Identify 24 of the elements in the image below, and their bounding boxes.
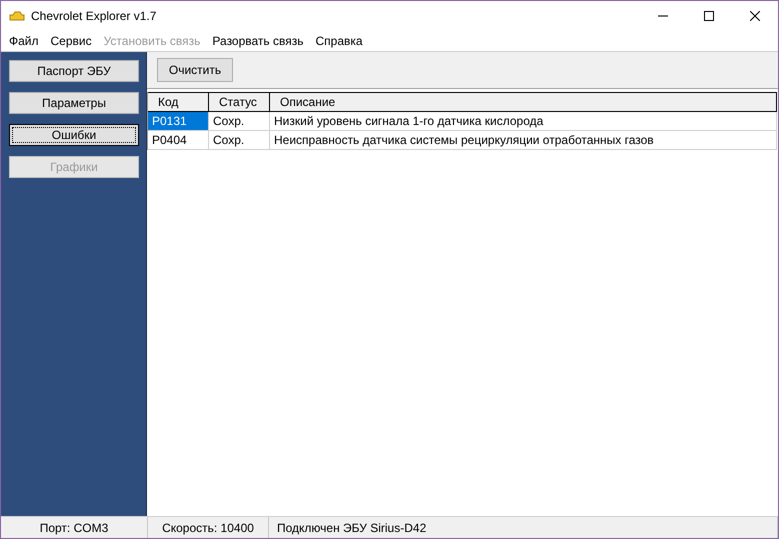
menu-item[interactable]: Разорвать связь — [206, 34, 310, 48]
window-title: Chevrolet Explorer v1.7 — [31, 9, 158, 23]
column-header[interactable]: Описание — [270, 92, 777, 112]
clear-button[interactable]: Очистить — [157, 58, 233, 82]
car-icon — [9, 10, 25, 22]
table-cell: Сохр. — [209, 112, 270, 131]
status-text: Скорость: 10400 — [148, 517, 269, 538]
table-cell: Неисправность датчика системы рециркуляции отработанных газов — [270, 131, 777, 150]
table-cell: Сохр. — [209, 131, 270, 150]
column-header[interactable]: Статус — [209, 92, 270, 112]
menu-item[interactable]: Справка — [310, 34, 369, 48]
column-header[interactable]: Код — [148, 92, 209, 112]
sidebar-button[interactable]: Паспорт ЭБУ — [9, 60, 139, 82]
menu-item[interactable]: Сервис — [44, 34, 98, 48]
sidebar-button[interactable]: Ошибки — [9, 124, 139, 146]
menu-item[interactable]: Файл — [3, 34, 45, 48]
table-cell: Низкий уровень сигнала 1-го датчика кислорода — [270, 112, 777, 131]
status-text: Подключен ЭБУ Sirius-D42 — [269, 517, 778, 538]
table-cell: P0131 — [148, 112, 209, 131]
maximize-icon — [704, 11, 714, 21]
status-text: Порт: COM3 — [1, 517, 148, 538]
sidebar-button[interactable]: Параметры — [9, 92, 139, 114]
table-cell: P0404 — [148, 131, 209, 150]
close-icon — [750, 11, 760, 21]
